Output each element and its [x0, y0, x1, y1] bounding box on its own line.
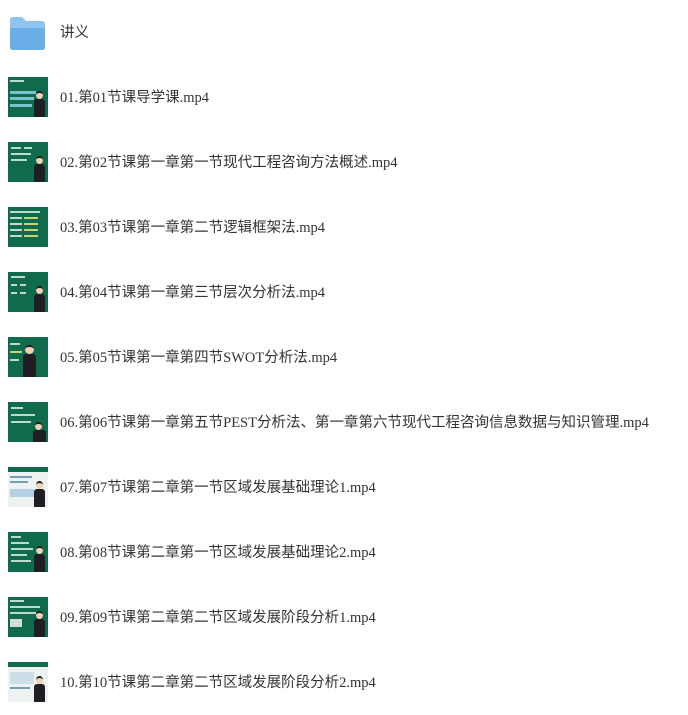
- video-thumbnail: [8, 402, 48, 442]
- video-thumbnail: [8, 142, 48, 182]
- video-thumbnail: [8, 207, 48, 247]
- list-item-video[interactable]: 01.第01节课导学课.mp4: [0, 65, 688, 130]
- file-name: 07.第07节课第二章第一节区域发展基础理论1.mp4: [60, 479, 376, 496]
- list-item-video[interactable]: 03.第03节课第一章第二节逻辑框架法.mp4: [0, 195, 688, 260]
- list-item-video[interactable]: 07.第07节课第二章第一节区域发展基础理论1.mp4: [0, 455, 688, 520]
- list-item-video[interactable]: 09.第09节课第二章第二节区域发展阶段分析1.mp4: [0, 585, 688, 650]
- file-name: 讲义: [60, 24, 89, 41]
- video-thumbnail: [8, 532, 48, 572]
- file-name: 09.第09节课第二章第二节区域发展阶段分析1.mp4: [60, 609, 376, 626]
- file-name: 06.第06节课第一章第五节PEST分析法、第一章第六节现代工程咨询信息数据与知…: [60, 414, 649, 431]
- list-item-folder[interactable]: 讲义: [0, 0, 688, 65]
- list-item-video[interactable]: 06.第06节课第一章第五节PEST分析法、第一章第六节现代工程咨询信息数据与知…: [0, 390, 688, 455]
- file-name: 03.第03节课第一章第二节逻辑框架法.mp4: [60, 219, 326, 236]
- list-item-video[interactable]: 05.第05节课第一章第四节SWOT分析法.mp4: [0, 325, 688, 390]
- video-thumbnail: [8, 77, 48, 117]
- list-item-video[interactable]: 10.第10节课第二章第二节区域发展阶段分析2.mp4: [0, 650, 688, 715]
- file-name: 08.第08节课第二章第一节区域发展基础理论2.mp4: [60, 544, 376, 561]
- file-name: 02.第02节课第一章第一节现代工程咨询方法概述.mp4: [60, 154, 398, 171]
- video-thumbnail: [8, 337, 48, 377]
- video-thumbnail: [8, 662, 48, 702]
- folder-icon: [10, 17, 45, 50]
- file-name: 01.第01节课导学课.mp4: [60, 89, 210, 106]
- file-list: 讲义 01.第01节课导学课.mp4 02.第02节课第一章第一节现代工程咨询方…: [0, 0, 688, 702]
- list-item-video[interactable]: 02.第02节课第一章第一节现代工程咨询方法概述.mp4: [0, 130, 688, 195]
- file-name: 05.第05节课第一章第四节SWOT分析法.mp4: [60, 349, 338, 366]
- video-thumbnail: [8, 467, 48, 507]
- list-item-video[interactable]: 04.第04节课第一章第三节层次分析法.mp4: [0, 260, 688, 325]
- video-thumbnail: [8, 272, 48, 312]
- video-thumbnail: [8, 597, 48, 637]
- list-item-video[interactable]: 08.第08节课第二章第一节区域发展基础理论2.mp4: [0, 520, 688, 585]
- file-name: 04.第04节课第一章第三节层次分析法.mp4: [60, 284, 326, 301]
- file-name: 10.第10节课第二章第二节区域发展阶段分析2.mp4: [60, 674, 376, 691]
